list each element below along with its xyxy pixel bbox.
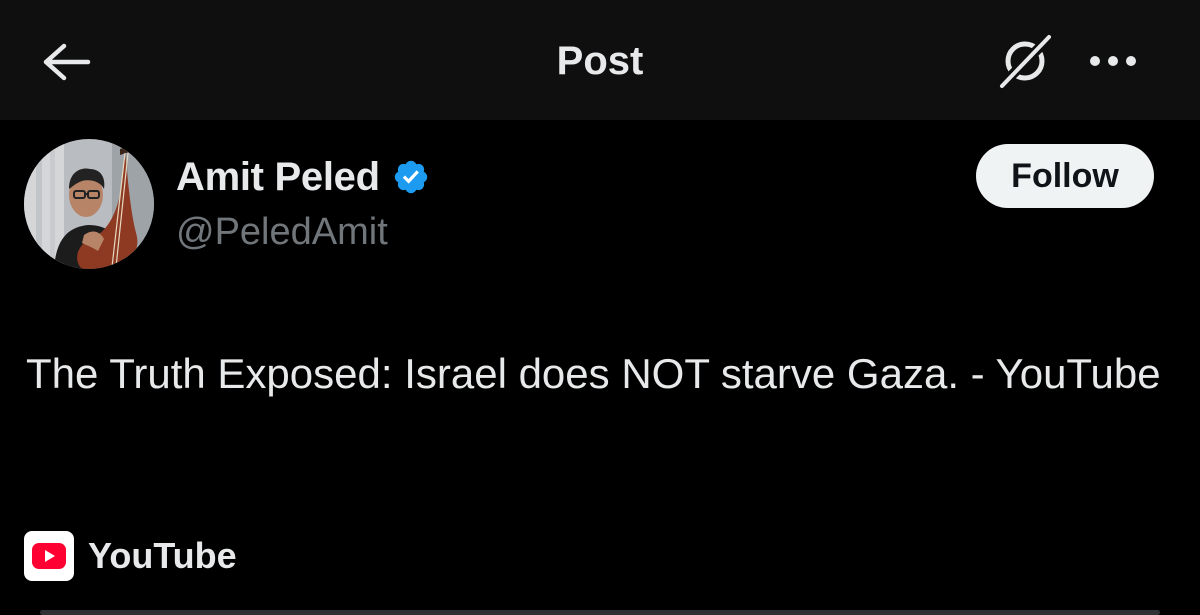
author-name-row: Amit Peled: [176, 152, 430, 202]
divider: [40, 610, 1160, 615]
link-source-label: YouTube: [88, 535, 237, 576]
author-display-name[interactable]: Amit Peled: [176, 155, 380, 200]
avatar-photo: [24, 139, 154, 269]
link-source[interactable]: YouTube: [24, 530, 237, 582]
top-navigation-bar: Post: [0, 0, 1200, 120]
more-options-button[interactable]: [1082, 40, 1144, 82]
follow-button[interactable]: Follow: [976, 144, 1154, 208]
more-horizontal-icon: [1090, 56, 1136, 66]
grok-button[interactable]: [992, 30, 1058, 92]
grok-icon: [995, 32, 1055, 91]
author-handle[interactable]: @PeledAmit: [176, 208, 388, 256]
post-text: The Truth Exposed: Israel does NOT starv…: [26, 350, 1161, 397]
youtube-icon: [24, 531, 74, 581]
avatar[interactable]: [24, 139, 154, 269]
verified-badge-icon[interactable]: [392, 158, 430, 196]
